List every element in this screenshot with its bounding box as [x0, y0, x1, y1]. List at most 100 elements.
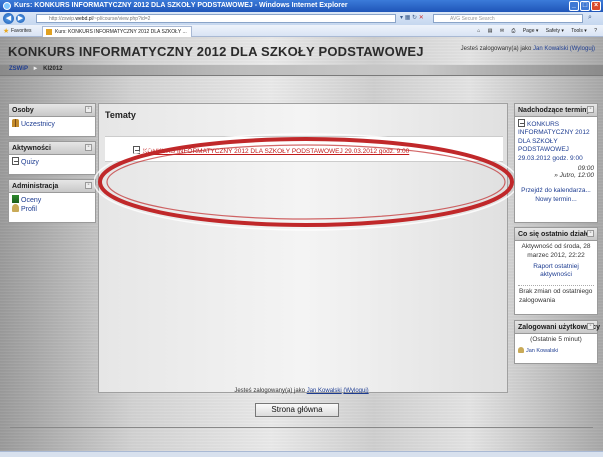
back-button[interactable]: ◀ [3, 13, 14, 24]
footer-logout-link[interactable]: (Wyloguj) [343, 388, 368, 394]
favorites-star-icon[interactable]: ★ [3, 27, 9, 35]
window-titlebar: Kurs: KONKURS INFORMATYCZNY 2012 DLA SZK… [0, 0, 603, 12]
dropdown-icon[interactable]: ▾ [400, 15, 403, 21]
quiz-icon [133, 146, 140, 154]
minimize-button[interactable]: _ [569, 1, 579, 11]
logout-link[interactable]: (Wyloguj) [570, 46, 595, 52]
breadcrumb-current: KI2012 [43, 66, 63, 72]
feeds-icon[interactable]: ▤ [488, 28, 493, 34]
url-prefix: http://zswip. [49, 16, 76, 22]
upcoming-event-link[interactable]: KONKURS INFORMATYCZNY 2012 DLA SZKOŁY PO… [515, 117, 597, 165]
go-to-calendar-link[interactable]: Przejdź do kalendarza... [521, 187, 591, 194]
compat-icon[interactable]: ▦ [405, 15, 411, 21]
url-path: /~pl/course/view.php?id=2 [92, 16, 151, 22]
footer-login-prefix: Jesteś zalogowany(a) jako [234, 388, 306, 394]
activities-block-header: Aktywności - [9, 142, 95, 155]
menu-page[interactable]: Page ▾ [523, 28, 539, 34]
activities-block-title: Aktywności [12, 145, 51, 152]
upcoming-time-2: » Jutro, 12:00 [554, 172, 594, 180]
menu-tools[interactable]: Tools ▾ [571, 28, 587, 34]
quizzes-label: Quizy [21, 159, 39, 166]
breadcrumb-bar: ZSWiP ► KI2012 [0, 65, 603, 76]
tab-label: Kurs: KONKURS INFORMATYCZNY 2012 DLA SZK… [55, 29, 187, 35]
online-user-label: Jan Kowalski [526, 347, 559, 354]
upcoming-event-label: KONKURS INFORMATYCZNY 2012 DLA SZKOŁY PO… [518, 121, 590, 162]
recent-activity-block: Co się ostatnio działo? - Aktywność od ś… [514, 227, 598, 315]
login-prefix: Jesteś zalogowany(a) jako [460, 46, 532, 52]
collapse-icon[interactable]: - [85, 106, 92, 113]
people-block: Osoby - Uczestnicy [8, 103, 96, 137]
quiz-icon [518, 119, 525, 127]
menu-safety[interactable]: Safety ▾ [546, 28, 564, 34]
online-user-link[interactable]: Jan Kowalski [515, 346, 597, 354]
upcoming-block-title: Nadchodzące terminy [518, 107, 591, 114]
admin-block-header: Administracja - [9, 180, 95, 193]
recent-report-link[interactable]: Raport ostatniej aktywności [533, 263, 579, 279]
ie-logo-icon [3, 2, 11, 10]
collapse-icon[interactable]: - [85, 182, 92, 189]
collapse-icon[interactable]: - [85, 144, 92, 151]
url-actions: ▾ ▦ ↻ ✕ [400, 14, 424, 21]
print-icon[interactable]: ⎙ [511, 28, 515, 34]
browser-tab[interactable]: Kurs: KONKURS INFORMATYCZNY 2012 DLA SZK… [42, 26, 192, 37]
quiz-icon [12, 157, 19, 165]
help-icon[interactable]: ? [594, 28, 597, 34]
grades-icon [12, 195, 19, 203]
collapse-icon[interactable]: - [587, 323, 594, 330]
topic-row: KONKURS INFORMATYCZNY 2012 DLA SZKOŁY PO… [105, 136, 503, 162]
url-input[interactable]: http://zswip.webd.pl/~pl/course/view.php… [36, 14, 396, 23]
user-icon [518, 346, 524, 353]
mail-icon[interactable]: ✉ [500, 28, 504, 34]
user-link[interactable]: Jan Kowalski [533, 46, 568, 52]
online-period: (Ostatnie 5 minut) [530, 336, 582, 343]
home-icon[interactable]: ⌂ [477, 28, 480, 34]
home-button[interactable]: Strona główna [255, 403, 339, 417]
breadcrumb-root[interactable]: ZSWiP [9, 66, 28, 72]
page-content: KONKURS INFORMATYCZNY 2012 DLA SZKOŁY PO… [0, 37, 603, 457]
calendar-links: Przejdź do kalendarza... Nowy termin... [515, 179, 597, 207]
recent-no-changes: Brak zmian od ostatniego zalogowania [519, 288, 593, 304]
people-block-header: Osoby - [9, 104, 95, 117]
breadcrumb-separator: ► [32, 66, 39, 72]
footer-user-link[interactable]: Jan Kowalski [307, 388, 342, 394]
collapse-icon[interactable]: - [587, 230, 594, 237]
refresh-icon[interactable]: ↻ [412, 15, 417, 21]
admin-block-title: Administracja [12, 183, 59, 190]
maximize-button[interactable]: □ [580, 1, 590, 11]
quizzes-link[interactable]: Quizy [9, 155, 95, 166]
favorites-label[interactable]: Favorites [11, 28, 32, 34]
people-block-title: Osoby [12, 107, 34, 114]
new-event-link[interactable]: Nowy termin... [535, 196, 577, 203]
profile-icon [12, 204, 19, 212]
admin-block: Administracja - Oceny Profil [8, 179, 96, 223]
forward-button[interactable]: ▶ [16, 14, 25, 23]
window-title: Kurs: KONKURS INFORMATYCZNY 2012 DLA SZK… [14, 2, 348, 9]
stop-icon[interactable]: ✕ [419, 15, 424, 21]
recent-block-header: Co się ostatnio działo? - [515, 228, 597, 241]
close-button[interactable]: × [591, 1, 601, 11]
participants-label: Uczestnicy [21, 121, 55, 128]
grades-label: Oceny [21, 197, 42, 204]
profile-label: Profil [21, 206, 37, 213]
collapse-icon[interactable]: - [587, 106, 594, 113]
participants-link[interactable]: Uczestnicy [9, 117, 95, 128]
online-users-block: Zalogowani użytkownicy - (Ostatnie 5 min… [514, 320, 600, 364]
footer-divider [10, 427, 593, 428]
topics-section: Tematy KONKURS INFORMATYCZNY 2012 DLA SZ… [98, 103, 508, 393]
url-domain: webd.pl [75, 16, 93, 22]
window-controls: _ □ × [569, 1, 601, 11]
footer-login-info: Jesteś zalogowany(a) jako Jan Kowalski (… [0, 388, 603, 394]
breadcrumb: ZSWiP ► KI2012 [9, 66, 63, 72]
site-header: KONKURS INFORMATYCZNY 2012 DLA SZKOŁY PO… [0, 37, 603, 65]
search-input[interactable]: AVG Secure Search [433, 14, 583, 23]
upcoming-events-block: Nadchodzące terminy - KONKURS INFORMATYC… [514, 103, 598, 223]
upcoming-time-1: 09:00 [577, 165, 594, 173]
search-icon[interactable]: ⌕ [588, 14, 592, 22]
page-title: KONKURS INFORMATYCZNY 2012 DLA SZKOŁY PO… [8, 44, 424, 59]
topic-quiz-link[interactable]: KONKURS INFORMATYCZNY 2012 DLA SZKOŁY PO… [133, 146, 409, 155]
grades-link[interactable]: Oceny [9, 193, 95, 204]
profile-link[interactable]: Profil [9, 204, 95, 213]
login-info: Jesteś zalogowany(a) jako Jan Kowalski (… [461, 46, 595, 52]
activities-block: Aktywności - Quizy [8, 141, 96, 175]
upcoming-block-header: Nadchodzące terminy - [515, 104, 597, 117]
